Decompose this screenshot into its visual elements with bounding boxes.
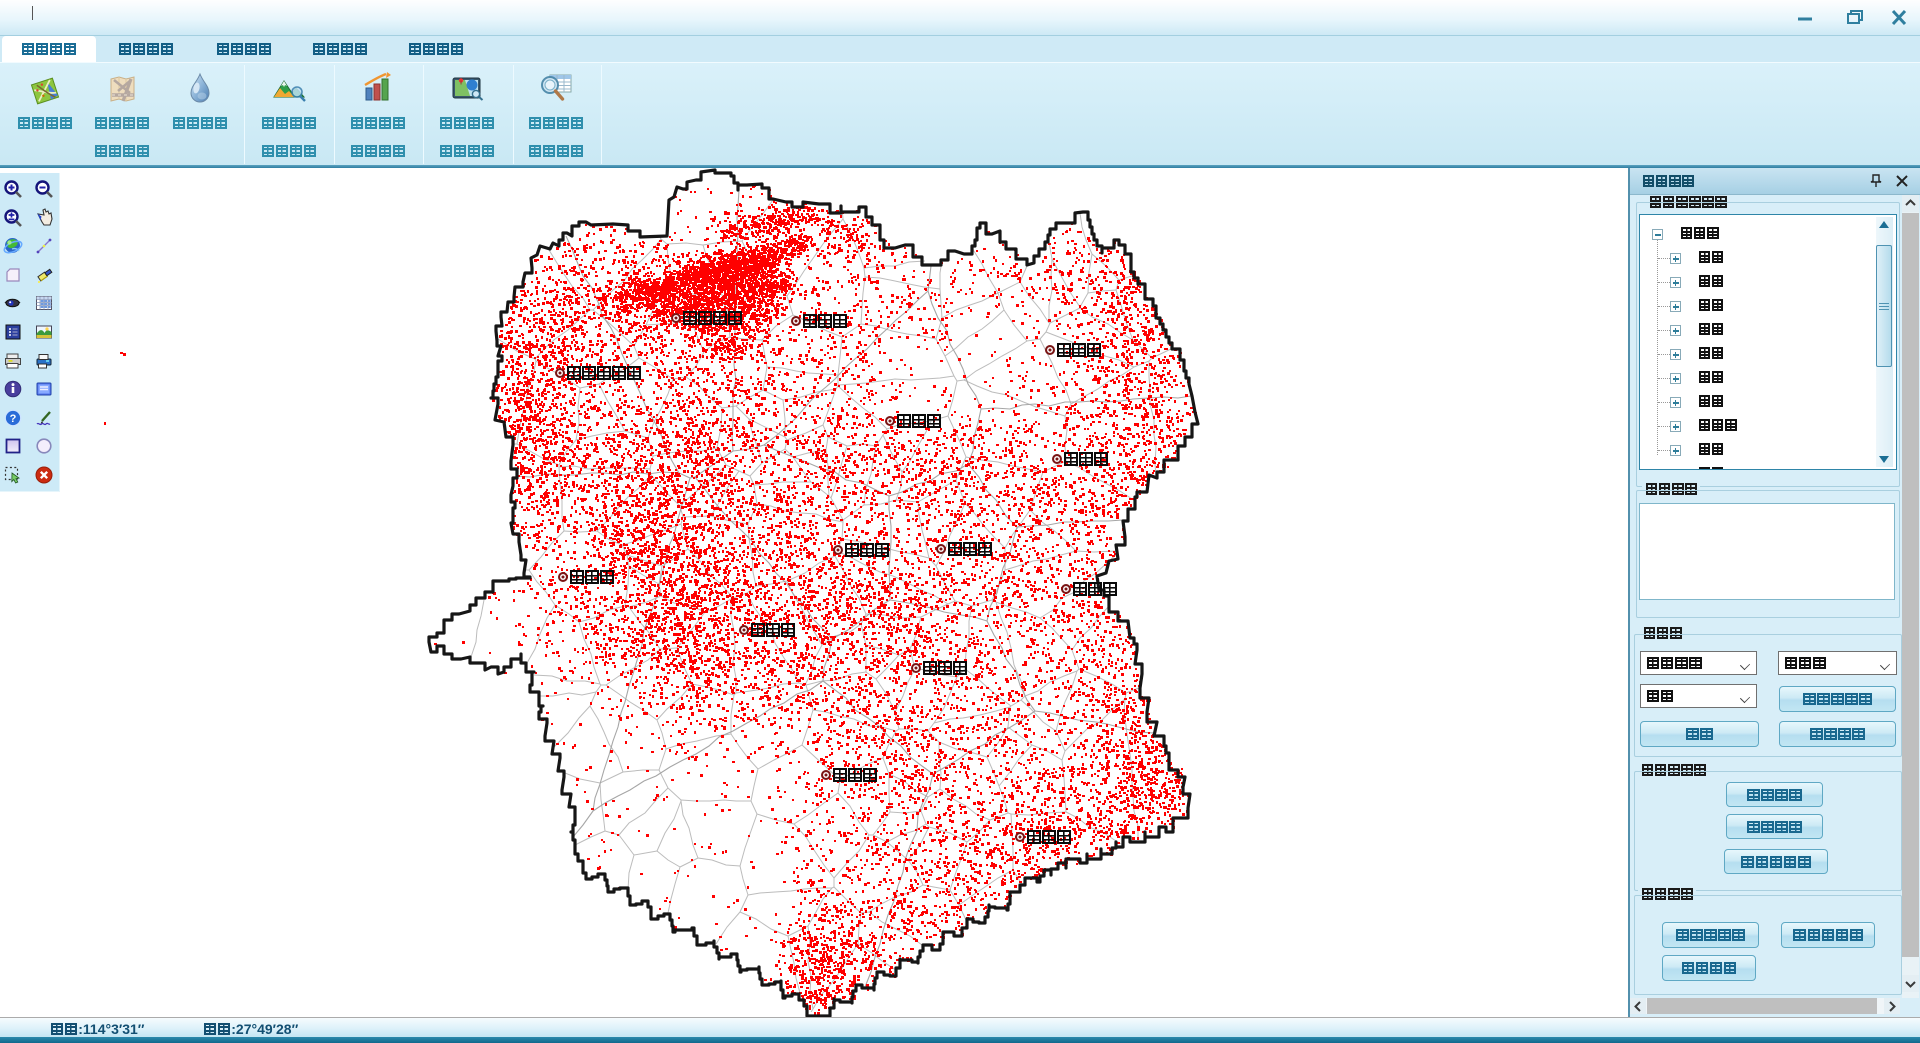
svg-text:?: ? <box>10 413 17 425</box>
